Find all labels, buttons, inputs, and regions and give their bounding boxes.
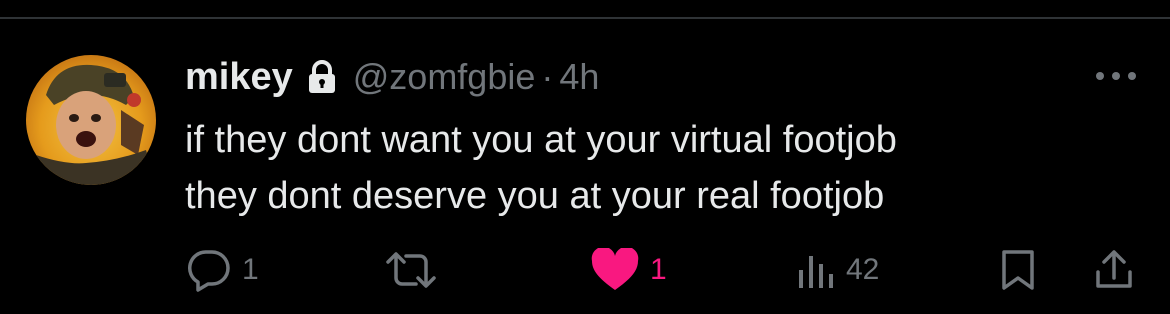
tweet-text: if they dont want you at your virtual fo… xyxy=(185,112,897,224)
views-button[interactable]: 42 xyxy=(796,248,879,292)
share-button[interactable] xyxy=(1092,248,1136,292)
heart-icon xyxy=(590,248,640,292)
retweet-icon xyxy=(384,248,438,292)
reply-icon xyxy=(186,248,232,292)
reply-button[interactable]: 1 xyxy=(186,248,259,292)
reply-count: 1 xyxy=(242,253,259,286)
avatar-image xyxy=(26,55,156,185)
lock-icon xyxy=(307,60,337,94)
avatar[interactable] xyxy=(26,55,156,185)
top-divider xyxy=(0,17,1170,19)
like-button[interactable]: 1 xyxy=(590,248,667,292)
header-separator: · xyxy=(541,56,554,97)
tweet-text-line: they dont deserve you at your real footj… xyxy=(185,175,885,217)
tweet-timestamp[interactable]: 4h xyxy=(559,56,599,98)
view-count: 42 xyxy=(846,253,880,286)
views-chart-icon xyxy=(796,248,836,292)
bookmark-icon xyxy=(998,248,1038,292)
bookmark-button[interactable] xyxy=(998,248,1038,292)
more-horizontal-icon[interactable] xyxy=(1094,66,1138,86)
retweet-button[interactable] xyxy=(384,248,448,292)
like-count: 1 xyxy=(650,253,667,286)
tweet-text-line: if they dont want you at your virtual fo… xyxy=(185,119,897,161)
tweet-header: mikey @zomfgbie · 4h xyxy=(185,52,599,102)
share-icon xyxy=(1092,248,1136,292)
author-name[interactable]: mikey xyxy=(185,56,293,99)
author-handle[interactable]: @zomfgbie xyxy=(353,56,536,98)
